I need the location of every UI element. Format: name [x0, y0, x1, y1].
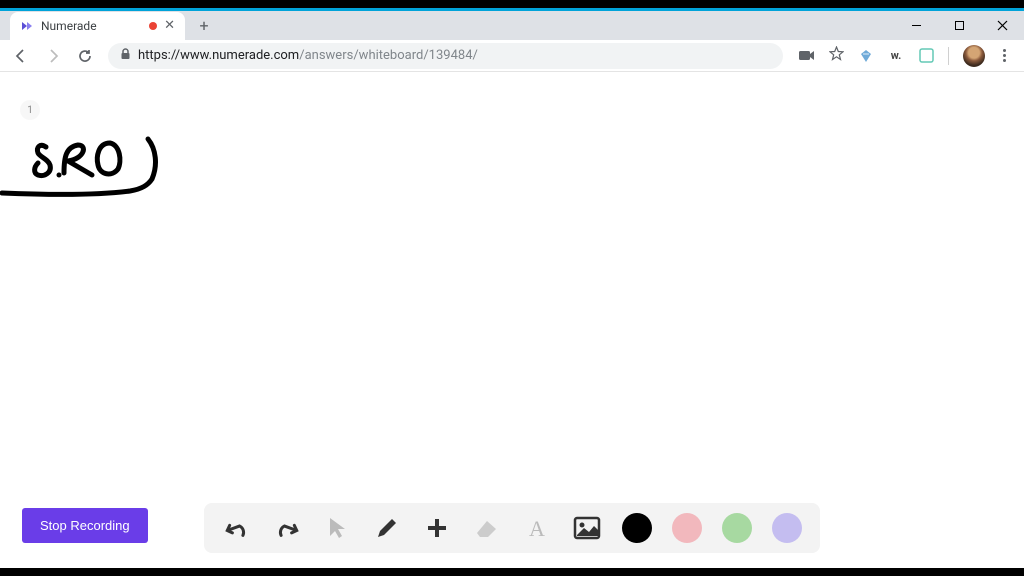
url-text: https://www.numerade.com/answers/whitebo… — [138, 48, 478, 63]
stop-recording-button[interactable]: Stop Recording — [22, 508, 148, 543]
browser-menu-button[interactable] — [999, 45, 1010, 66]
handwriting-drawing — [0, 127, 170, 217]
lock-icon — [120, 48, 131, 63]
image-tool[interactable] — [572, 513, 602, 543]
reload-button[interactable] — [72, 43, 98, 69]
new-tab-button[interactable]: + — [191, 13, 217, 39]
pen-tool[interactable] — [372, 513, 402, 543]
bottom-letterbox — [0, 568, 1024, 576]
tab-bar: Numerade ✕ + — [0, 11, 1024, 40]
pointer-tool[interactable] — [322, 513, 352, 543]
color-green[interactable] — [722, 513, 752, 543]
extension-save-icon[interactable] — [918, 48, 934, 64]
whiteboard-toolbar: A — [204, 503, 820, 553]
eraser-tool[interactable] — [472, 513, 502, 543]
forward-button[interactable] — [40, 43, 66, 69]
add-tool[interactable] — [422, 513, 452, 543]
page-number-badge: 1 — [20, 100, 40, 120]
minimize-button[interactable] — [895, 11, 938, 40]
redo-button[interactable] — [272, 513, 302, 543]
close-window-button[interactable] — [981, 11, 1024, 40]
top-letterbox — [0, 0, 1024, 8]
numerade-favicon — [20, 19, 34, 33]
tab-close-button[interactable]: ✕ — [164, 18, 175, 33]
color-black[interactable] — [622, 513, 652, 543]
video-icon[interactable] — [799, 47, 815, 65]
browser-tab[interactable]: Numerade ✕ — [10, 12, 185, 40]
maximize-button[interactable] — [938, 11, 981, 40]
extension-w-icon[interactable]: w. — [888, 48, 904, 64]
address-bar-icons: w. — [793, 45, 1016, 67]
extension-diamond-icon[interactable] — [858, 48, 874, 64]
url-input[interactable]: https://www.numerade.com/answers/whitebo… — [108, 43, 783, 69]
address-bar: https://www.numerade.com/answers/whitebo… — [0, 40, 1024, 72]
divider — [948, 47, 949, 65]
color-pink[interactable] — [672, 513, 702, 543]
star-icon[interactable] — [829, 46, 844, 65]
text-tool[interactable]: A — [522, 513, 552, 543]
window-controls — [895, 11, 1024, 40]
profile-avatar[interactable] — [963, 45, 985, 67]
tab-title: Numerade — [41, 19, 142, 33]
whiteboard-canvas[interactable]: 1 Stop Recording A — [0, 72, 1024, 568]
undo-button[interactable] — [222, 513, 252, 543]
svg-text:A: A — [529, 517, 545, 539]
color-purple[interactable] — [772, 513, 802, 543]
back-button[interactable] — [8, 43, 34, 69]
recording-indicator-icon — [149, 22, 157, 30]
